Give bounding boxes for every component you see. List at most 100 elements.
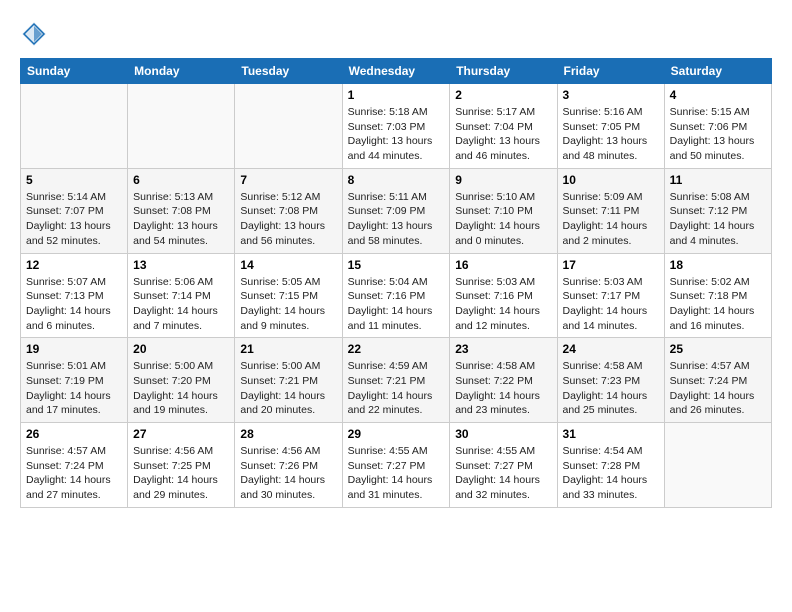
cell-info-line: Daylight: 14 hours and 16 minutes. <box>670 304 766 333</box>
cell-info-line: Sunset: 7:09 PM <box>348 204 445 219</box>
cell-info: Sunrise: 5:06 AMSunset: 7:14 PMDaylight:… <box>133 275 229 334</box>
cell-info-line: Sunset: 7:05 PM <box>563 120 659 135</box>
calendar-cell: 9Sunrise: 5:10 AMSunset: 7:10 PMDaylight… <box>450 168 557 253</box>
day-number: 7 <box>240 173 336 187</box>
day-number: 1 <box>348 88 445 102</box>
day-number: 15 <box>348 258 445 272</box>
calendar-cell: 21Sunrise: 5:00 AMSunset: 7:21 PMDayligh… <box>235 338 342 423</box>
cell-info: Sunrise: 5:07 AMSunset: 7:13 PMDaylight:… <box>26 275 122 334</box>
calendar-cell: 19Sunrise: 5:01 AMSunset: 7:19 PMDayligh… <box>21 338 128 423</box>
cell-info-line: Daylight: 14 hours and 7 minutes. <box>133 304 229 333</box>
weekday-header-thursday: Thursday <box>450 59 557 84</box>
calendar-cell <box>235 84 342 169</box>
calendar-cell: 17Sunrise: 5:03 AMSunset: 7:17 PMDayligh… <box>557 253 664 338</box>
cell-info-line: Sunrise: 4:55 AM <box>455 444 551 459</box>
weekday-header-monday: Monday <box>128 59 235 84</box>
week-row-3: 12 Sunrise: 5:07 AMSunset: 7:13 PMDayligh… <box>21 253 772 338</box>
cell-info-line: Sunrise: 5:18 AM <box>348 105 445 120</box>
day-number: 21 <box>240 342 336 356</box>
calendar-cell: 23Sunrise: 4:58 AMSunset: 7:22 PMDayligh… <box>450 338 557 423</box>
day-number: 29 <box>348 427 445 441</box>
cell-info-line: Sunrise: 4:56 AM <box>133 444 229 459</box>
cell-info-line: Daylight: 14 hours and 31 minutes. <box>348 473 445 502</box>
calendar-cell: 12 Sunrise: 5:07 AMSunset: 7:13 PMDayligh… <box>21 253 128 338</box>
cell-info: Sunrise: 4:57 AMSunset: 7:24 PMDaylight:… <box>670 359 766 418</box>
cell-info-line: Sunset: 7:23 PM <box>563 374 659 389</box>
cell-info-line: Sunset: 7:17 PM <box>563 289 659 304</box>
cell-info-line: Sunrise: 5:10 AM <box>455 190 551 205</box>
cell-info-line: Daylight: 14 hours and 6 minutes. <box>26 304 122 333</box>
day-number: 25 <box>670 342 766 356</box>
cell-info-line: Daylight: 14 hours and 11 minutes. <box>348 304 445 333</box>
day-number: 5 <box>26 173 122 187</box>
cell-info-line: Sunset: 7:18 PM <box>670 289 766 304</box>
cell-info-line: Daylight: 13 hours and 48 minutes. <box>563 134 659 163</box>
calendar-table: SundayMondayTuesdayWednesdayThursdayFrid… <box>20 58 772 508</box>
cell-info: Sunrise: 5:10 AMSunset: 7:10 PMDaylight:… <box>455 190 551 249</box>
cell-info-line: Sunset: 7:14 PM <box>133 289 229 304</box>
cell-info: Sunrise: 4:56 AMSunset: 7:26 PMDaylight:… <box>240 444 336 503</box>
cell-info-line: Daylight: 14 hours and 2 minutes. <box>563 219 659 248</box>
cell-info-line: Daylight: 14 hours and 20 minutes. <box>240 389 336 418</box>
cell-info-line: Daylight: 13 hours and 50 minutes. <box>670 134 766 163</box>
cell-info-line: Daylight: 13 hours and 56 minutes. <box>240 219 336 248</box>
weekday-header-tuesday: Tuesday <box>235 59 342 84</box>
cell-info-line: Sunrise: 4:56 AM <box>240 444 336 459</box>
cell-info-line: Sunrise: 5:14 AM <box>26 190 122 205</box>
cell-info-line: Daylight: 13 hours and 46 minutes. <box>455 134 551 163</box>
cell-info-line: Sunset: 7:24 PM <box>26 459 122 474</box>
cell-info-line: Sunset: 7:28 PM <box>563 459 659 474</box>
cell-info-line: Daylight: 14 hours and 33 minutes. <box>563 473 659 502</box>
cell-info-line: Sunset: 7:20 PM <box>133 374 229 389</box>
day-number: 2 <box>455 88 551 102</box>
cell-info-line: Sunset: 7:13 PM <box>26 289 122 304</box>
week-row-4: 19Sunrise: 5:01 AMSunset: 7:19 PMDayligh… <box>21 338 772 423</box>
calendar-cell: 27Sunrise: 4:56 AMSunset: 7:25 PMDayligh… <box>128 423 235 508</box>
cell-info-line: Sunset: 7:21 PM <box>348 374 445 389</box>
weekday-header-friday: Friday <box>557 59 664 84</box>
logo-icon <box>20 20 48 48</box>
calendar-cell: 26Sunrise: 4:57 AMSunset: 7:24 PMDayligh… <box>21 423 128 508</box>
cell-info-line: Sunrise: 5:02 AM <box>670 275 766 290</box>
day-number: 14 <box>240 258 336 272</box>
cell-info-line: Sunset: 7:08 PM <box>240 204 336 219</box>
calendar-cell: 20 Sunrise: 5:00 AMSunset: 7:20 PMDayligh… <box>128 338 235 423</box>
calendar-cell: 30Sunrise: 4:55 AMSunset: 7:27 PMDayligh… <box>450 423 557 508</box>
weekday-header-row: SundayMondayTuesdayWednesdayThursdayFrid… <box>21 59 772 84</box>
cell-info-line: Daylight: 14 hours and 32 minutes. <box>455 473 551 502</box>
cell-info-line: Sunset: 7:16 PM <box>455 289 551 304</box>
week-row-1: 1 Sunrise: 5:18 AMSunset: 7:03 PMDaylight… <box>21 84 772 169</box>
cell-info-line: Sunset: 7:06 PM <box>670 120 766 135</box>
cell-info: Sunrise: 5:17 AMSunset: 7:04 PMDaylight:… <box>455 105 551 164</box>
cell-info-line: Daylight: 14 hours and 14 minutes. <box>563 304 659 333</box>
cell-info-line: Sunset: 7:10 PM <box>455 204 551 219</box>
calendar-cell: 25 Sunrise: 4:57 AMSunset: 7:24 PMDayligh… <box>664 338 771 423</box>
calendar-cell <box>128 84 235 169</box>
cell-info: Sunrise: 4:57 AMSunset: 7:24 PMDaylight:… <box>26 444 122 503</box>
day-number: 27 <box>133 427 229 441</box>
cell-info: Sunrise: 5:13 AMSunset: 7:08 PMDaylight:… <box>133 190 229 249</box>
cell-info-line: Sunset: 7:27 PM <box>455 459 551 474</box>
day-number: 16 <box>455 258 551 272</box>
day-number: 6 <box>133 173 229 187</box>
cell-info-line: Daylight: 14 hours and 19 minutes. <box>133 389 229 418</box>
cell-info-line: Daylight: 14 hours and 17 minutes. <box>26 389 122 418</box>
cell-info-line: Sunrise: 5:00 AM <box>133 359 229 374</box>
cell-info: Sunrise: 5:11 AMSunset: 7:09 PMDaylight:… <box>348 190 445 249</box>
cell-info-line: Sunset: 7:15 PM <box>240 289 336 304</box>
cell-info: Sunrise: 5:18 AMSunset: 7:03 PMDaylight:… <box>348 105 445 164</box>
calendar-cell: 13Sunrise: 5:06 AMSunset: 7:14 PMDayligh… <box>128 253 235 338</box>
cell-info-line: Daylight: 14 hours and 25 minutes. <box>563 389 659 418</box>
cell-info-line: Sunset: 7:22 PM <box>455 374 551 389</box>
cell-info-line: Daylight: 14 hours and 27 minutes. <box>26 473 122 502</box>
cell-info: Sunrise: 5:15 AMSunset: 7:06 PMDaylight:… <box>670 105 766 164</box>
day-number: 20 <box>133 342 229 356</box>
cell-info-line: Sunset: 7:12 PM <box>670 204 766 219</box>
calendar-cell <box>21 84 128 169</box>
day-number: 24 <box>563 342 659 356</box>
calendar-cell: 3Sunrise: 5:16 AMSunset: 7:05 PMDaylight… <box>557 84 664 169</box>
cell-info-line: Daylight: 14 hours and 0 minutes. <box>455 219 551 248</box>
day-number: 12 <box>26 258 122 272</box>
cell-info-line: Sunrise: 5:13 AM <box>133 190 229 205</box>
cell-info-line: Sunrise: 5:05 AM <box>240 275 336 290</box>
